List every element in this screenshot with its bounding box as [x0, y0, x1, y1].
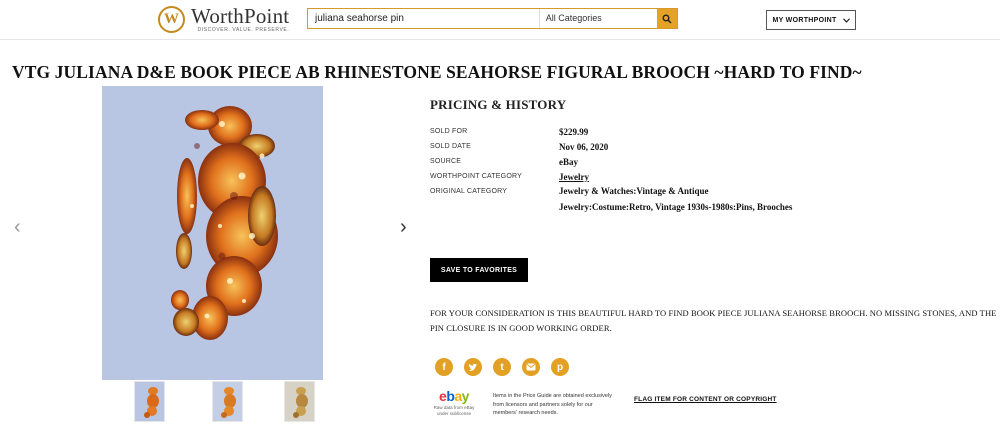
item-title: VTG JULIANA D&E BOOK PIECE AB RHINESTONE…	[12, 62, 862, 82]
thumbnail-3[interactable]	[284, 381, 315, 422]
source-value: eBay	[559, 157, 578, 167]
source-label: SOURCE	[430, 158, 462, 165]
pricing-history-heading: PRICING & HISTORY	[430, 97, 567, 112]
email-icon[interactable]	[522, 358, 540, 376]
search-button[interactable]	[657, 9, 677, 28]
share-icons: f t p	[435, 358, 569, 376]
header-divider	[0, 39, 1000, 40]
original-category-label: ORIGINAL CATEGORY	[430, 188, 508, 195]
search-input[interactable]	[308, 9, 540, 28]
ebay-attribution: ebay Raw data from eBay under sublicense	[430, 389, 478, 417]
category-select[interactable]: All Categories	[540, 9, 657, 28]
worthpoint-category-label: WORTHPOINT CATEGORY	[430, 173, 522, 180]
item-description: FOR YOUR CONSIDERATION IS THIS BEAUTIFUL…	[430, 308, 997, 333]
thumbnail-image	[135, 382, 164, 421]
ebay-subtext: Raw data from eBay under sublicense	[433, 405, 475, 416]
tumblr-icon[interactable]: t	[493, 358, 511, 376]
item-main-photo[interactable]	[102, 86, 323, 380]
thumbnail-image	[285, 382, 314, 421]
original-category-value: Jewelry & Watches:Vintage & Antique Jewe…	[559, 186, 793, 212]
worthpoint-category-link[interactable]: Jewelry	[559, 172, 589, 182]
thumbnail-2[interactable]	[212, 381, 243, 422]
logo-tagline: DISCOVER. VALUE. PRESERVE.	[197, 26, 290, 33]
thumbnail-1[interactable]	[134, 381, 165, 422]
gallery-prev-arrow[interactable]: ‹	[14, 216, 21, 239]
sold-date-label: SOLD DATE	[430, 143, 471, 150]
seahorse-brooch-image	[102, 86, 323, 380]
twitter-icon[interactable]	[464, 358, 482, 376]
ebay-logo: ebay	[439, 388, 469, 404]
my-worthpoint-button[interactable]: MY WORTHPOINT	[766, 10, 856, 30]
flag-item-link[interactable]: FLAG ITEM FOR CONTENT OR COPYRIGHT	[634, 396, 777, 403]
price-guide-note: Items in the Price Guide are obtained ex…	[493, 393, 612, 416]
search-icon	[662, 14, 672, 24]
sold-date-value: Nov 06, 2020	[559, 142, 609, 152]
logo-badge-icon: W	[158, 5, 185, 33]
logo-name: WorthPoint	[191, 3, 290, 28]
thumbnail-image	[213, 382, 242, 421]
save-to-favorites-button[interactable]: SAVE TO FAVORITES	[430, 258, 528, 282]
search-bar: All Categories	[307, 8, 678, 29]
my-worthpoint-label: MY WORTHPOINT	[772, 16, 837, 24]
gallery-next-arrow[interactable]: ›	[400, 216, 407, 239]
chevron-down-icon	[842, 17, 850, 23]
facebook-icon[interactable]: f	[435, 358, 453, 376]
pinterest-icon[interactable]: p	[551, 358, 569, 376]
site-header: W WorthPoint DISCOVER. VALUE. PRESERVE. …	[0, 0, 1000, 40]
worthpoint-logo[interactable]: W WorthPoint DISCOVER. VALUE. PRESERVE.	[158, 3, 289, 35]
sold-for-label: SOLD FOR	[430, 128, 468, 135]
sold-for-value: $229.99	[559, 127, 589, 137]
